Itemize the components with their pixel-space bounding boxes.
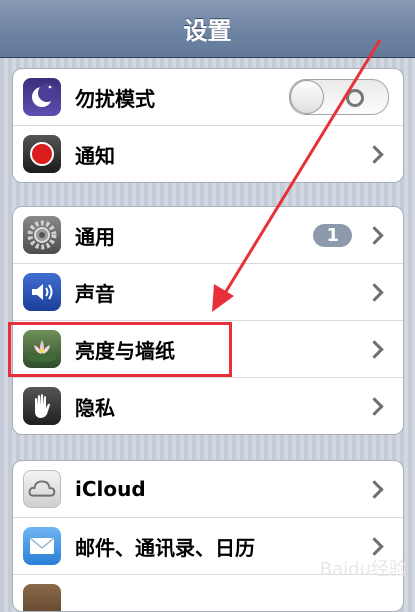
annotation-arrow-icon — [212, 39, 382, 312]
watermark: Baidu经验 — [319, 559, 407, 580]
